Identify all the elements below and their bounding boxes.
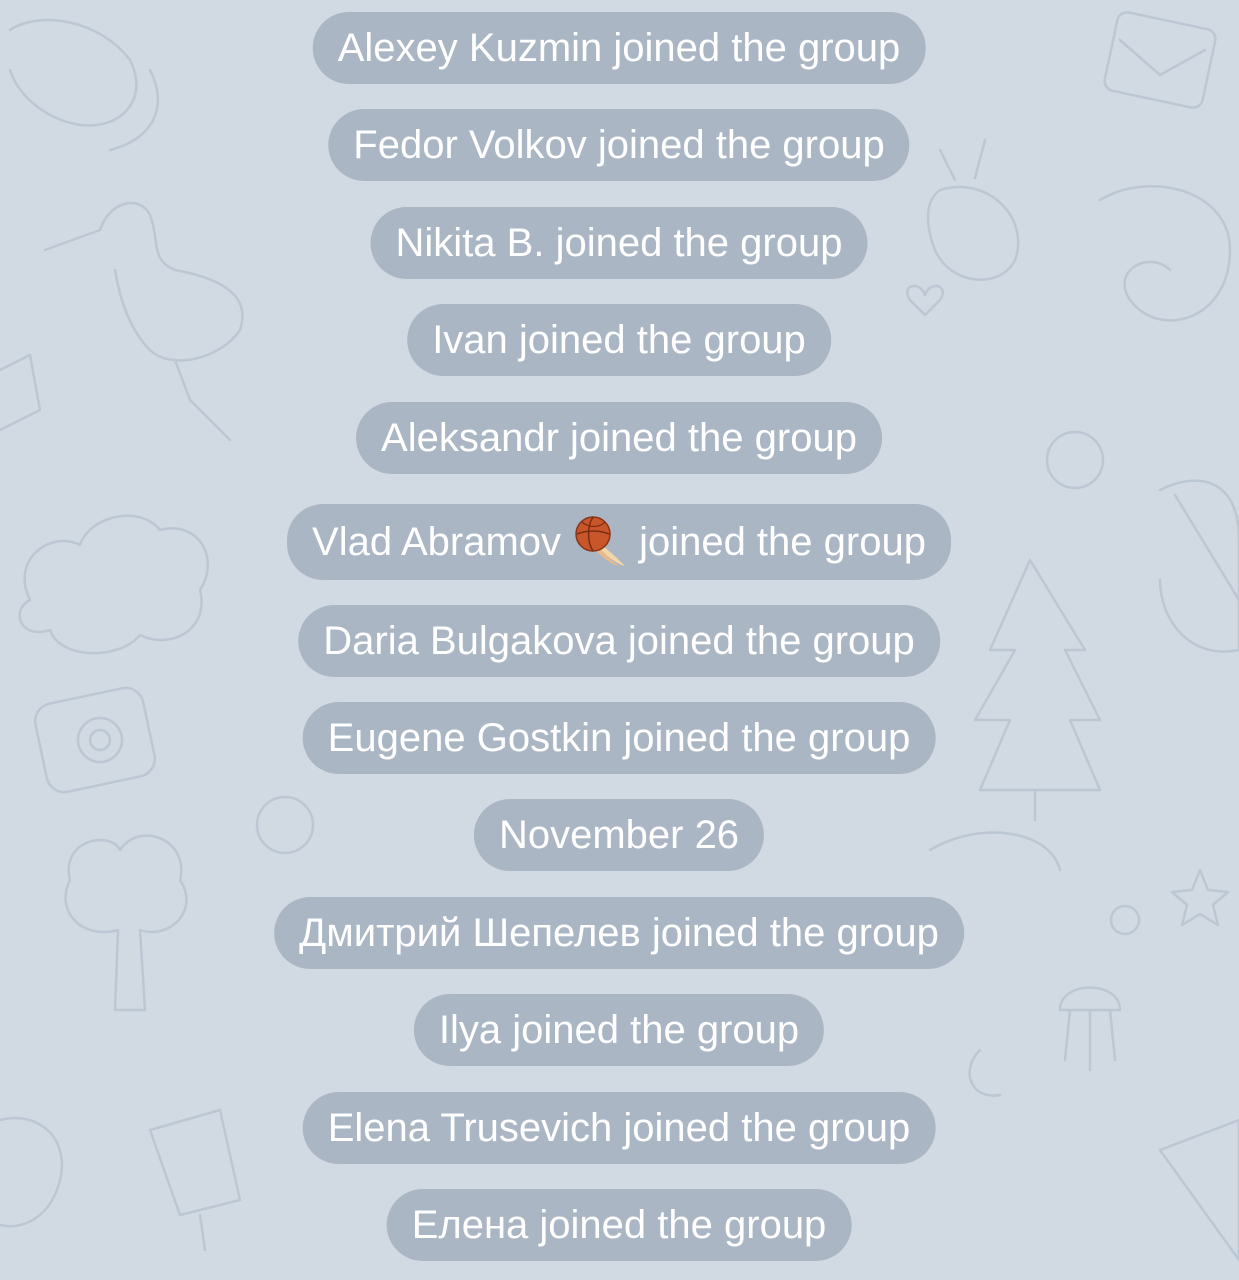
service-message: Дмитрий Шепелев joined the group	[274, 897, 964, 969]
service-message: Fedor Volkov joined the group	[328, 109, 910, 181]
service-message: Vlad Abramov joined the group	[287, 504, 951, 580]
service-message: Ivan joined the group	[407, 304, 831, 376]
service-messages-list: Alexey Kuzmin joined the group Fedor Vol…	[0, 0, 1239, 1280]
service-message-user-name[interactable]: Vlad Abramov	[312, 520, 561, 564]
service-message: Alexey Kuzmin joined the group	[312, 12, 926, 84]
service-message: Eugene Gostkin joined the group	[302, 702, 936, 774]
service-message-suffix: joined the group	[639, 520, 926, 564]
service-message: Aleksandr joined the group	[356, 402, 882, 474]
basketball-comet-emoji-icon	[573, 512, 629, 568]
service-message: Daria Bulgakova joined the group	[298, 605, 940, 677]
service-message: Nikita B. joined the group	[370, 207, 868, 279]
service-message: Елена joined the group	[386, 1189, 852, 1261]
service-message: Elena Trusevich joined the group	[302, 1092, 936, 1164]
date-separator: November 26	[473, 799, 765, 871]
service-message: Ilya joined the group	[413, 994, 825, 1066]
